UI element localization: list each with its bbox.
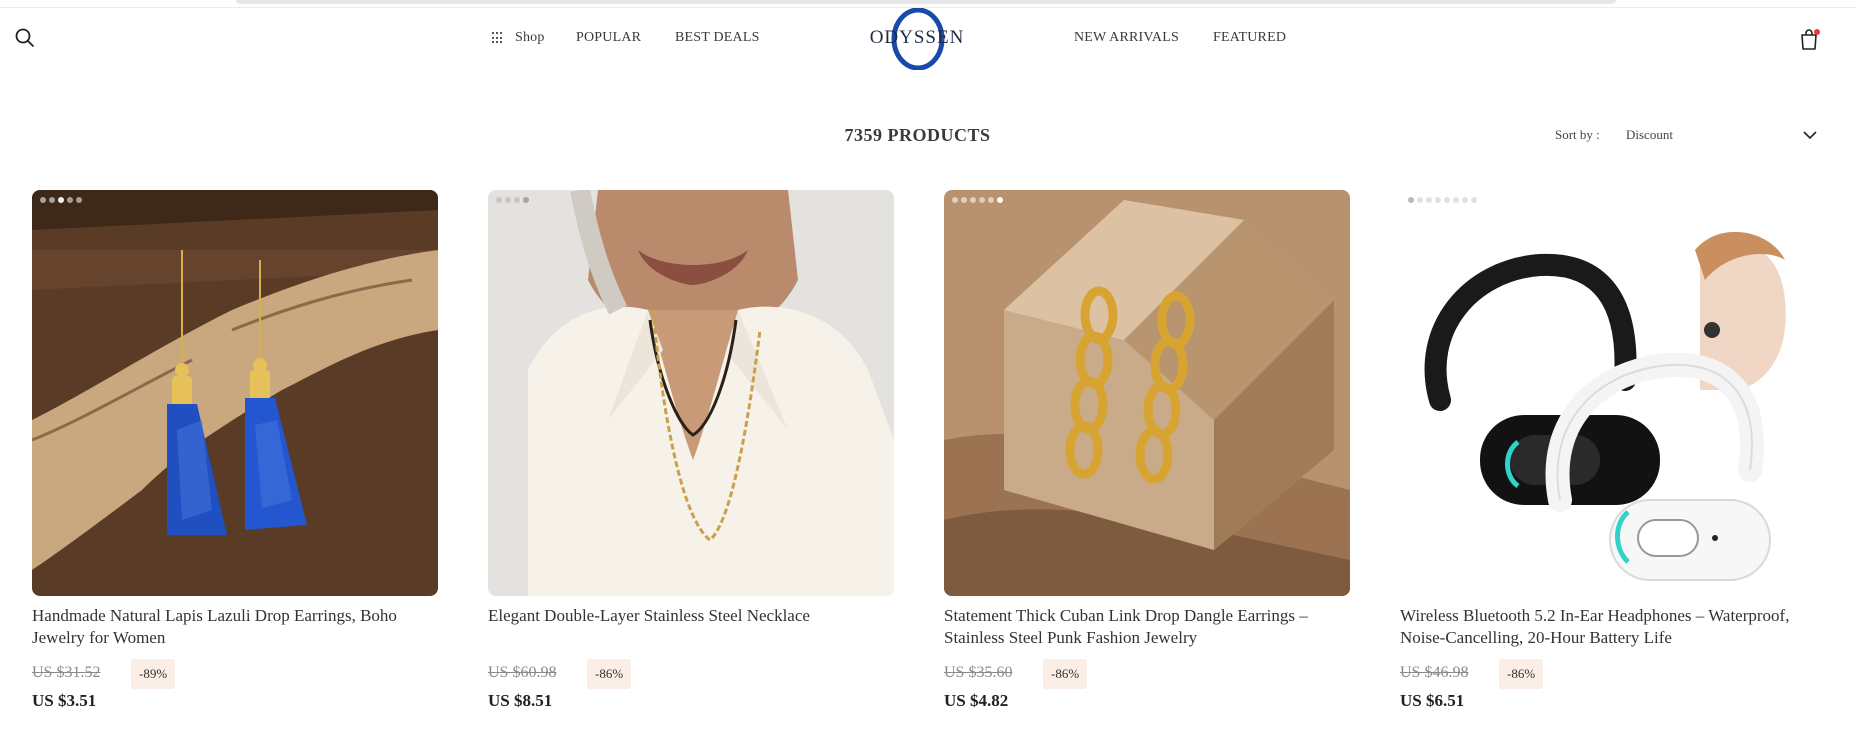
product-card[interactable]: Statement Thick Cuban Link Drop Dangle E… bbox=[944, 190, 1350, 730]
sale-price: US $6.51 bbox=[1400, 691, 1465, 710]
logo-text: ODYSSEN bbox=[869, 27, 965, 48]
scrollbar-thumb[interactable] bbox=[236, 0, 1616, 4]
original-price: US $60.98 bbox=[488, 664, 557, 681]
product-card[interactable]: Handmade Natural Lapis Lazuli Drop Earri… bbox=[32, 190, 438, 730]
sale-price: US $4.82 bbox=[944, 691, 1009, 710]
original-price: US $46.98 bbox=[1400, 664, 1469, 681]
nav-popular[interactable]: POPULAR bbox=[576, 30, 641, 46]
product-title[interactable]: Wireless Bluetooth 5.2 In-Ear Headphones… bbox=[1400, 605, 1806, 649]
nav-new-arrivals[interactable]: NEW ARRIVALS bbox=[1074, 30, 1179, 46]
nav-featured[interactable]: FEATURED bbox=[1213, 30, 1286, 46]
discount-badge: -86% bbox=[1043, 659, 1088, 689]
site-header: Shop POPULAR BEST DEALS ODYSSEN NEW ARRI… bbox=[0, 8, 1856, 70]
discount-badge: -86% bbox=[1499, 659, 1544, 689]
shopping-bag-icon[interactable] bbox=[1798, 27, 1820, 51]
product-card[interactable]: Wireless Bluetooth 5.2 In-Ear Headphones… bbox=[1400, 190, 1806, 730]
nav-best-deals[interactable]: BEST DEALS bbox=[675, 30, 760, 46]
product-title[interactable]: Handmade Natural Lapis Lazuli Drop Earri… bbox=[32, 605, 438, 649]
cart-notification-dot bbox=[1814, 29, 1820, 35]
image-carousel-dots[interactable] bbox=[1408, 197, 1477, 203]
sort-label: Sort by : bbox=[1555, 127, 1600, 142]
nav-shop[interactable]: Shop bbox=[515, 30, 545, 46]
product-image[interactable] bbox=[488, 190, 894, 596]
top-scrollbar-area bbox=[0, 0, 1856, 8]
product-title[interactable]: Statement Thick Cuban Link Drop Dangle E… bbox=[944, 605, 1350, 649]
grid-icon[interactable] bbox=[492, 32, 504, 44]
product-image[interactable] bbox=[944, 190, 1350, 596]
original-price: US $35.60 bbox=[944, 664, 1013, 681]
chevron-down-icon bbox=[1803, 131, 1817, 140]
sort-selected-value: Discount bbox=[1626, 127, 1673, 142]
brand-logo[interactable]: ODYSSEN bbox=[862, 8, 972, 70]
product-title[interactable]: Elegant Double-Layer Stainless Steel Nec… bbox=[488, 605, 894, 627]
sale-price: US $3.51 bbox=[32, 691, 97, 710]
image-carousel-dots[interactable] bbox=[40, 197, 82, 203]
image-carousel-dots[interactable] bbox=[952, 197, 1003, 203]
sale-price: US $8.51 bbox=[488, 691, 553, 710]
product-card[interactable]: Elegant Double-Layer Stainless Steel Nec… bbox=[488, 190, 894, 730]
discount-badge: -89% bbox=[131, 659, 176, 689]
product-image[interactable] bbox=[32, 190, 438, 596]
product-count: 7359 PRODUCTS bbox=[844, 125, 991, 145]
sort-dropdown[interactable]: Discount bbox=[1624, 121, 1818, 149]
image-carousel-dots[interactable] bbox=[496, 197, 529, 203]
product-image[interactable] bbox=[1400, 190, 1806, 596]
search-icon[interactable] bbox=[14, 27, 36, 49]
discount-badge: -86% bbox=[587, 659, 632, 689]
original-price: US $31.52 bbox=[32, 664, 101, 681]
